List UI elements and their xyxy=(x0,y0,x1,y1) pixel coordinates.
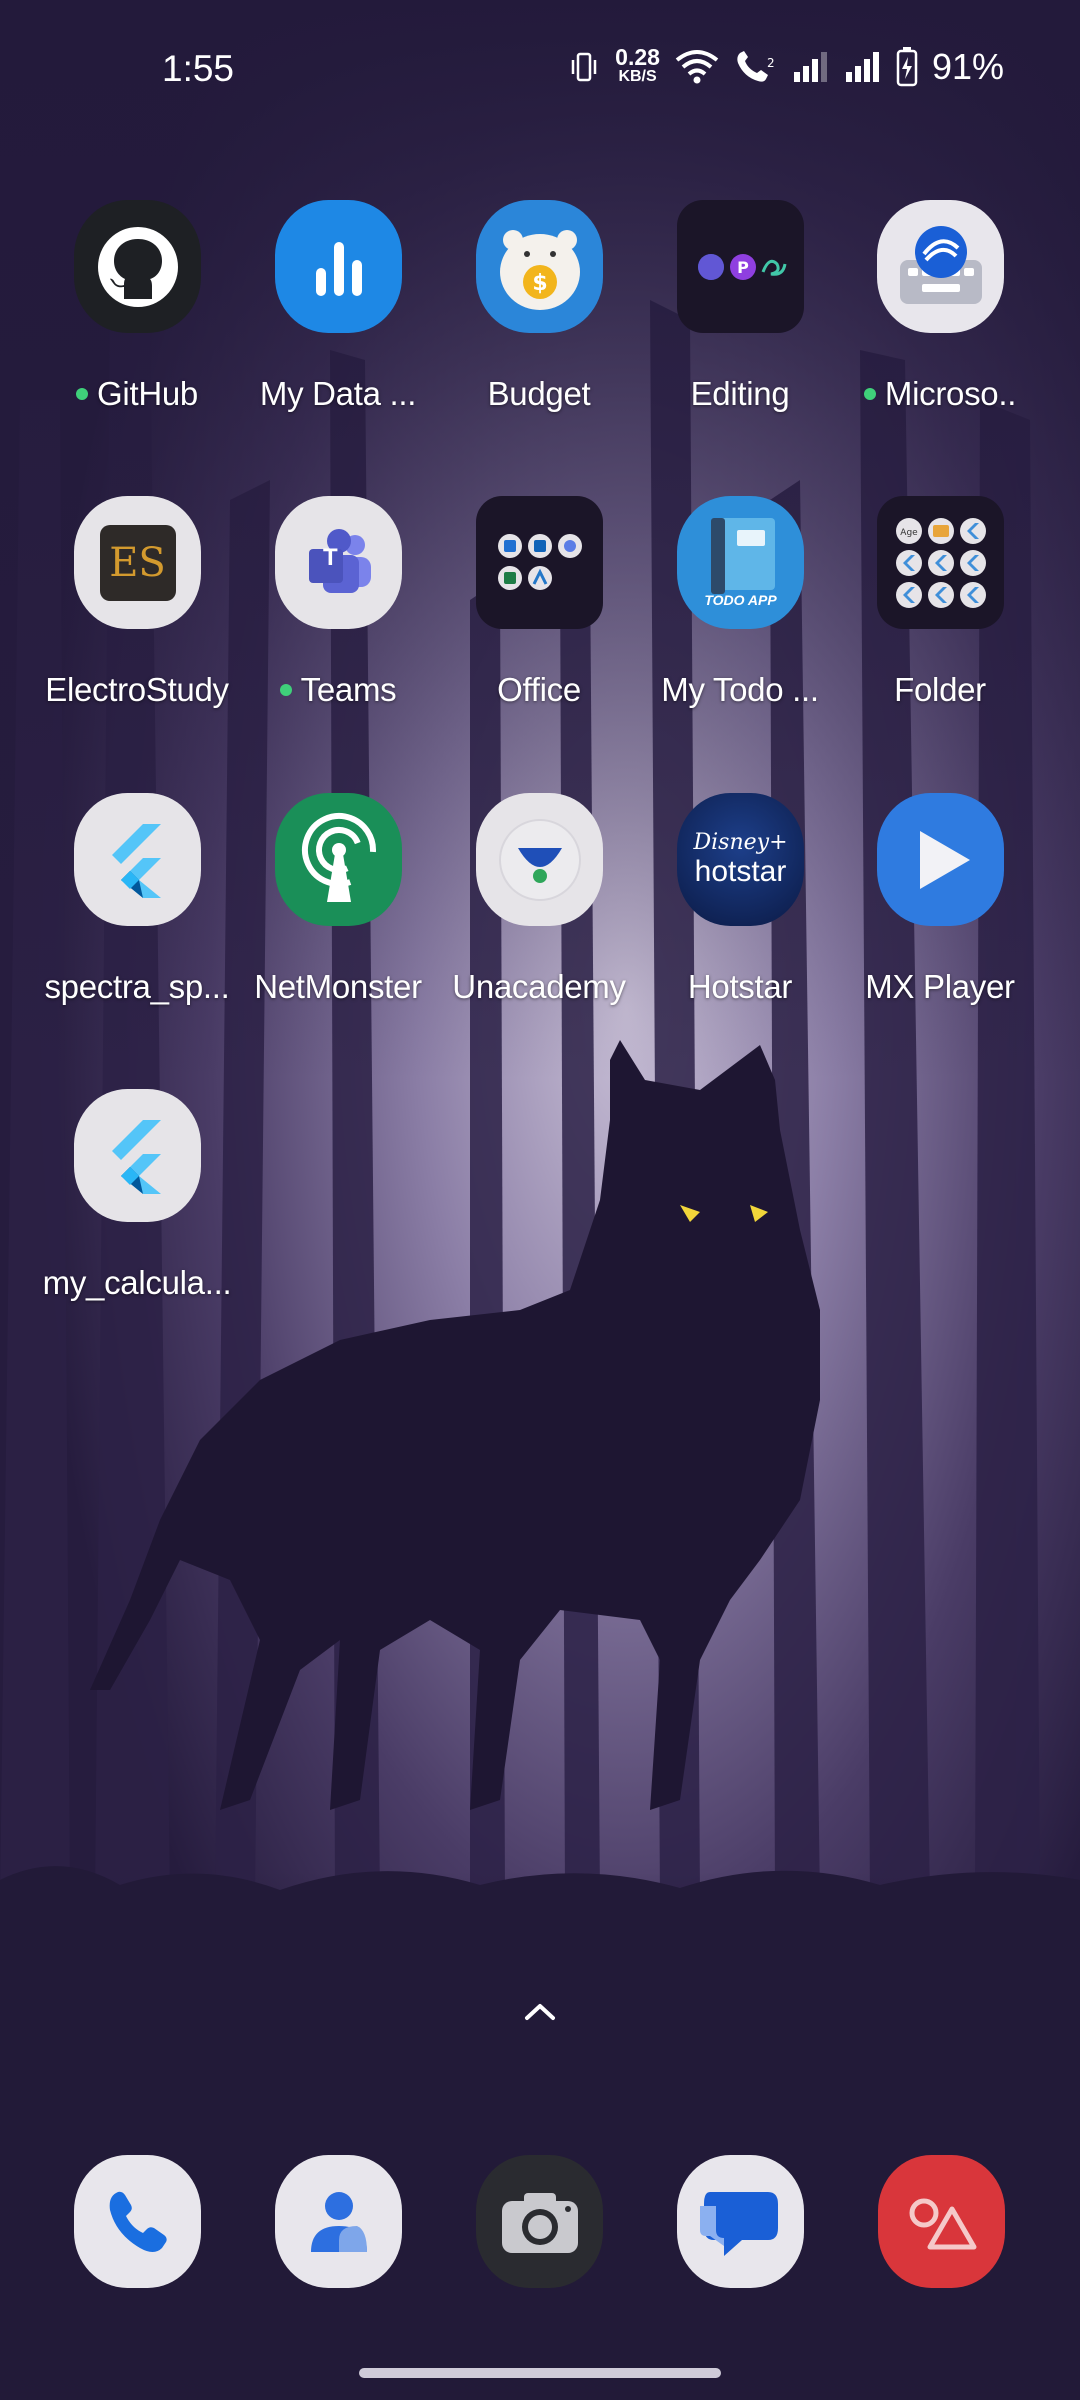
hotstar-icon: Disney+ hotstar xyxy=(677,793,804,926)
app-label-text: MX Player xyxy=(865,968,1015,1005)
volte-call-icon: 2 xyxy=(737,51,775,82)
app-label: MX Player xyxy=(840,968,1040,1006)
app-budget[interactable]: $ Budget xyxy=(439,200,639,460)
teams-logo-text: T xyxy=(323,544,338,571)
folder-age-text: Age xyxy=(900,528,918,538)
app-label: Budget xyxy=(439,375,639,413)
gallery-icon[interactable] xyxy=(878,2155,1005,2288)
app-label-text: My Data ... xyxy=(259,375,417,412)
app-label-text: my_calcula... xyxy=(42,1264,232,1301)
contacts-icon[interactable] xyxy=(275,2155,402,2288)
folder-office[interactable]: Office xyxy=(439,496,639,756)
folder-icon xyxy=(476,496,603,629)
app-my-todo[interactable]: TODO APP My Todo ... xyxy=(640,496,840,756)
folder-folder[interactable]: Age Folder xyxy=(840,496,1040,756)
todo-logo-text: TODO APP xyxy=(704,592,777,608)
app-label: my_calcula... xyxy=(37,1264,237,1302)
antenna-icon xyxy=(275,793,402,926)
net-speed-unit: KB/S xyxy=(618,68,657,85)
app-electrostudy[interactable]: ES ElectroStudy xyxy=(37,496,237,756)
es-logo-text: ES xyxy=(99,524,176,601)
app-mx-player[interactable]: MX Player xyxy=(840,793,1040,1053)
net-speed-value: 0.28 xyxy=(615,44,660,70)
app-netmonster[interactable]: NetMonster xyxy=(238,793,438,1053)
camera-icon[interactable] xyxy=(476,2155,603,2288)
app-label-text: My Todo ... xyxy=(661,671,819,708)
net-speed: 0.28 KB/S xyxy=(615,44,660,87)
bar-chart-icon xyxy=(275,200,402,333)
app-my-data[interactable]: My Data ... xyxy=(238,200,438,460)
app-label: spectra_sp... xyxy=(37,968,237,1006)
vibrate-icon xyxy=(571,52,597,82)
swiftkey-keyboard-icon xyxy=(877,200,1004,333)
app-github[interactable]: GitHub xyxy=(37,200,237,460)
flutter-icon xyxy=(74,1089,201,1222)
svg-text:$: $ xyxy=(532,271,547,296)
battery-charging-icon xyxy=(896,47,918,87)
teams-icon: T xyxy=(275,496,402,629)
app-label: Folder xyxy=(840,671,1040,709)
app-label: Microso.. xyxy=(840,375,1040,413)
app-unacademy[interactable]: Unacademy xyxy=(439,793,639,1053)
app-label-text: NetMonster xyxy=(254,968,422,1005)
app-label-text: spectra_sp... xyxy=(44,968,230,1005)
app-label: GitHub xyxy=(37,375,237,413)
signal-sim2-icon xyxy=(845,52,879,82)
app-label-text: Unacademy xyxy=(452,968,626,1005)
unacademy-icon xyxy=(476,793,603,926)
notification-dot xyxy=(863,388,876,400)
app-label: Teams xyxy=(238,671,438,709)
app-label-text: Office xyxy=(497,671,581,708)
folder-editing[interactable]: P Editing xyxy=(640,200,840,460)
app-label: Hotstar xyxy=(640,968,840,1006)
app-label: Unacademy xyxy=(439,968,639,1006)
notification-dot xyxy=(76,388,89,400)
app-label-text: Budget xyxy=(487,375,591,412)
flutter-icon xyxy=(74,793,201,926)
hotstar-logo-disney: Disney+ xyxy=(693,829,788,855)
app-label-text: GitHub xyxy=(97,375,198,412)
hotstar-logo-text: hotstar xyxy=(694,854,787,888)
chevron-up-icon[interactable] xyxy=(515,1996,565,2026)
battery-percent: 91% xyxy=(931,46,1004,87)
app-teams[interactable]: T Teams xyxy=(238,496,438,756)
status-bar: 1:55 0.28 KB/S 2 91% xyxy=(0,0,1080,140)
svg-text:2: 2 xyxy=(767,56,775,70)
gesture-nav-bar[interactable] xyxy=(359,2368,721,2378)
app-label: ElectroStudy xyxy=(37,671,237,709)
app-label: My Todo ... xyxy=(640,671,840,709)
app-label: NetMonster xyxy=(238,968,438,1006)
messages-icon[interactable] xyxy=(677,2155,804,2288)
signal-sim1-icon xyxy=(793,52,827,82)
app-label-text: Folder xyxy=(894,671,986,708)
svg-text:P: P xyxy=(737,258,749,277)
piggy-bank-icon: $ xyxy=(476,200,603,333)
book-icon: TODO APP xyxy=(677,496,804,629)
folder-icon: P xyxy=(677,200,804,333)
app-label: Editing xyxy=(640,375,840,413)
phone-icon[interactable] xyxy=(74,2155,201,2288)
app-label-text: Editing xyxy=(690,375,790,412)
notification-dot xyxy=(279,684,292,696)
status-time: 1:55 xyxy=(162,48,235,89)
app-hotstar[interactable]: Disney+ hotstar Hotstar xyxy=(640,793,840,1053)
app-microsoft-swiftkey[interactable]: Microso.. xyxy=(840,200,1040,460)
play-icon xyxy=(877,793,1004,926)
github-icon xyxy=(74,200,201,333)
app-spectra[interactable]: spectra_sp... xyxy=(37,793,237,1053)
app-label-text: ElectroStudy xyxy=(45,671,229,708)
folder-icon: Age xyxy=(877,496,1004,629)
es-logo-icon: ES xyxy=(74,496,201,629)
app-label: Office xyxy=(439,671,639,709)
wifi-icon xyxy=(675,50,719,84)
app-label-text: Hotstar xyxy=(687,968,793,1005)
app-label-text: Teams xyxy=(300,671,397,708)
status-icons: 0.28 KB/S 2 91% xyxy=(567,46,1004,88)
app-label: My Data ... xyxy=(238,375,438,413)
app-label-text: Microso.. xyxy=(884,375,1017,412)
app-my-calculator[interactable]: my_calcula... xyxy=(37,1089,237,1349)
